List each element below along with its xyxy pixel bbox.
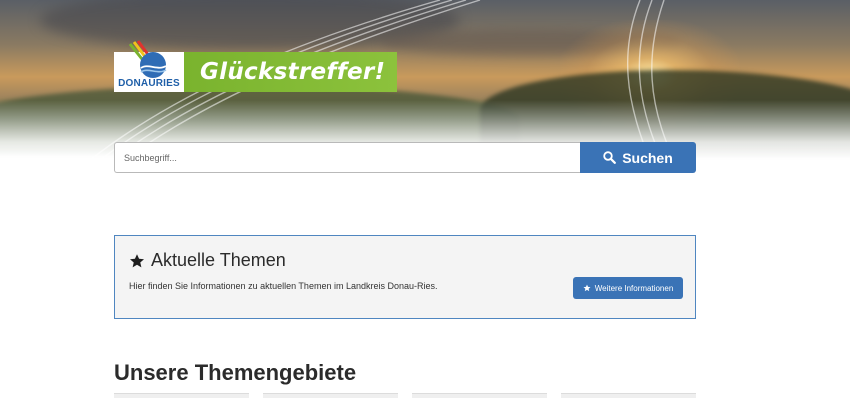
topic-card[interactable]: [263, 393, 398, 398]
more-info-button[interactable]: Weitere Informationen: [573, 277, 683, 299]
star-icon: [583, 284, 591, 292]
search-form: Suchen: [114, 142, 696, 173]
topic-card[interactable]: [412, 393, 547, 398]
current-topics-title: Aktuelle Themen: [151, 250, 286, 270]
search-button-label: Suchen: [622, 149, 673, 166]
tagline-banner: Glückstreffer!: [184, 52, 397, 92]
topic-card[interactable]: [561, 393, 696, 398]
topic-areas-title: Unsere Themengebiete: [114, 360, 357, 385]
current-topics-description: Hier finden Sie Informationen zu aktuell…: [129, 281, 438, 291]
tagline-text: Glückstreffer!: [200, 59, 386, 85]
search-button[interactable]: Suchen: [580, 142, 696, 173]
donauries-logo[interactable]: DONAURIES: [114, 40, 184, 92]
topic-card[interactable]: [114, 393, 249, 398]
search-icon: [603, 151, 617, 164]
donauries-logo-icon: [128, 40, 167, 78]
more-info-label: Weitere Informationen: [594, 283, 674, 293]
topic-cards: [114, 393, 696, 398]
star-icon: [130, 253, 144, 267]
current-topics-panel: Aktuelle Themen Hier finden Sie Informat…: [114, 235, 696, 319]
search-input[interactable]: [114, 142, 580, 173]
current-topics-heading: Aktuelle Themen: [129, 250, 286, 271]
